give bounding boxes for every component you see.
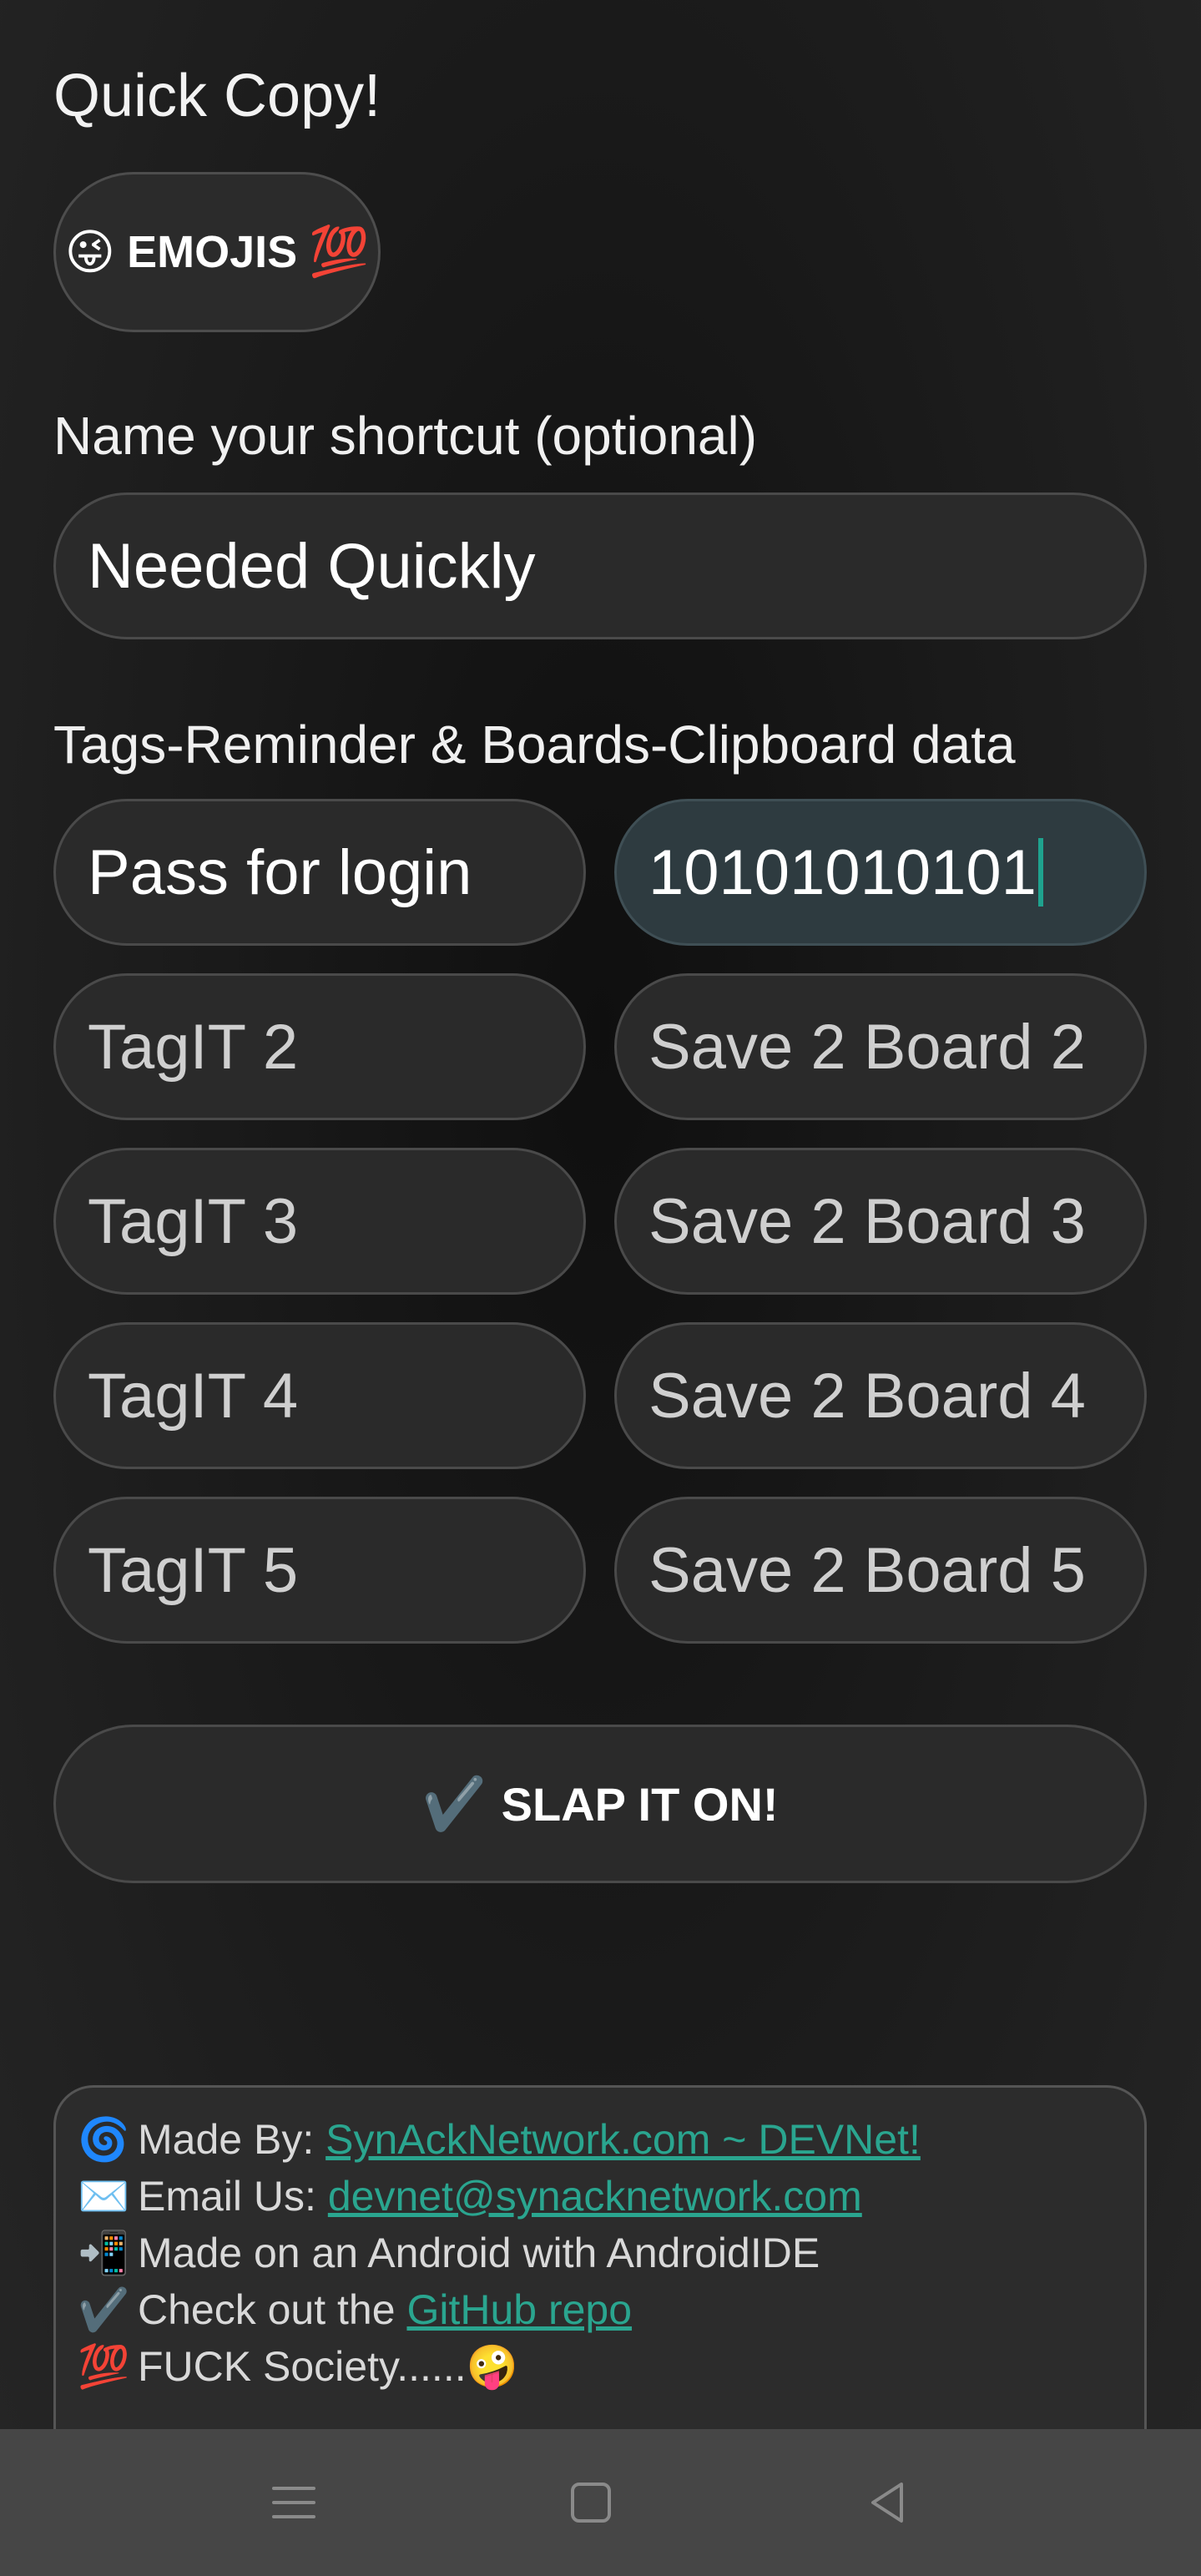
shortcut-name-value: Needed Quickly <box>88 530 536 602</box>
tags-boards-label: Tags-Reminder & Boards-Clipboard data <box>53 715 1016 775</box>
back-triangle-icon[interactable] <box>856 2471 920 2534</box>
board-input-3[interactable]: Save 2 Board 3 <box>614 1148 1147 1295</box>
app-title: Quick Copy! <box>53 63 381 129</box>
board-input-1-value: 10101010101 <box>648 836 1037 908</box>
footer-info-card: 🌀 Made By: SynAckNetwork.com ~ DEVNet! ✉️… <box>53 2085 1147 2469</box>
board-input-4-placeholder: Save 2 Board 4 <box>648 1360 1086 1432</box>
hundred-points-emoji-icon: 💯 <box>309 225 370 279</box>
github-label: Check out the <box>138 2286 396 2333</box>
menu-icon[interactable] <box>262 2471 325 2534</box>
emojis-button[interactable]: 😜 EMOJIS 💯 <box>53 172 381 332</box>
tag-input-4-placeholder: TagIT 4 <box>88 1360 299 1432</box>
board-input-2-placeholder: Save 2 Board 2 <box>648 1011 1086 1083</box>
shortcut-name-label: Name your shortcut (optional) <box>53 406 758 466</box>
board-input-5-placeholder: Save 2 Board 5 <box>648 1534 1086 1606</box>
society-text: FUCK Society...... <box>138 2343 467 2390</box>
tag-input-1[interactable]: Pass for login <box>53 799 586 946</box>
android-text: Made on an Android with AndroidIDE <box>138 2230 820 2276</box>
email-label: Email Us: <box>138 2173 316 2220</box>
check-mark-icon: ✔️ <box>421 1775 487 1833</box>
mobile-arrow-icon: 📲 <box>78 2230 130 2276</box>
made-by-label: Made By: <box>138 2116 315 2163</box>
board-input-2[interactable]: Save 2 Board 2 <box>614 973 1147 1120</box>
hundred-points-icon: 💯 <box>78 2343 130 2390</box>
tag-input-5[interactable]: TagIT 5 <box>53 1497 586 1644</box>
github-repo-link[interactable]: GitHub repo <box>406 2286 632 2333</box>
footer-android: 📲 Made on an Android with AndroidIDE <box>78 2225 1123 2281</box>
footer-made-by: 🌀 Made By: SynAckNetwork.com ~ DEVNet! <box>78 2111 1123 2168</box>
tag-input-1-value: Pass for login <box>88 836 472 908</box>
winking-tongue-emoji-icon: 😜 <box>64 225 116 280</box>
system-nav-bar <box>0 2429 1201 2576</box>
footer-email: ✉️ Email Us: devnet@synacknetwork.com <box>78 2168 1123 2225</box>
tag-input-5-placeholder: TagIT 5 <box>88 1534 299 1606</box>
footer-society: 💯 FUCK Society......🤪 <box>78 2338 1123 2395</box>
cyclone-icon: 🌀 <box>78 2116 130 2163</box>
home-square-icon[interactable] <box>559 2471 623 2534</box>
tag-input-3-placeholder: TagIT 3 <box>88 1185 299 1257</box>
board-input-4[interactable]: Save 2 Board 4 <box>614 1322 1147 1469</box>
check-mark-icon: ✔️ <box>78 2286 130 2333</box>
slap-it-on-label: SLAP IT ON! <box>501 1777 779 1831</box>
tag-input-4[interactable]: TagIT 4 <box>53 1322 586 1469</box>
tag-input-3[interactable]: TagIT 3 <box>53 1148 586 1295</box>
tag-input-2[interactable]: TagIT 2 <box>53 973 586 1120</box>
board-input-5[interactable]: Save 2 Board 5 <box>614 1497 1147 1644</box>
synack-website-link[interactable]: SynAckNetwork.com ~ DEVNet! <box>325 2116 921 2163</box>
email-link[interactable]: devnet@synacknetwork.com <box>328 2173 862 2220</box>
zany-face-icon: 🤪 <box>466 2343 518 2390</box>
envelope-icon: ✉️ <box>78 2173 130 2220</box>
text-caret <box>1037 838 1043 907</box>
tag-input-2-placeholder: TagIT 2 <box>88 1011 299 1083</box>
slap-it-on-button[interactable]: ✔️ SLAP IT ON! <box>53 1725 1147 1883</box>
board-input-3-placeholder: Save 2 Board 3 <box>648 1185 1086 1257</box>
board-input-1[interactable]: 10101010101 <box>614 799 1147 946</box>
emojis-button-label: EMOJIS <box>127 227 298 277</box>
footer-github: ✔️ Check out the GitHub repo <box>78 2281 1123 2338</box>
shortcut-name-input[interactable]: Needed Quickly <box>53 492 1147 639</box>
app-page: Quick Copy! 😜 EMOJIS 💯 Name your shortcu… <box>0 0 1201 2469</box>
